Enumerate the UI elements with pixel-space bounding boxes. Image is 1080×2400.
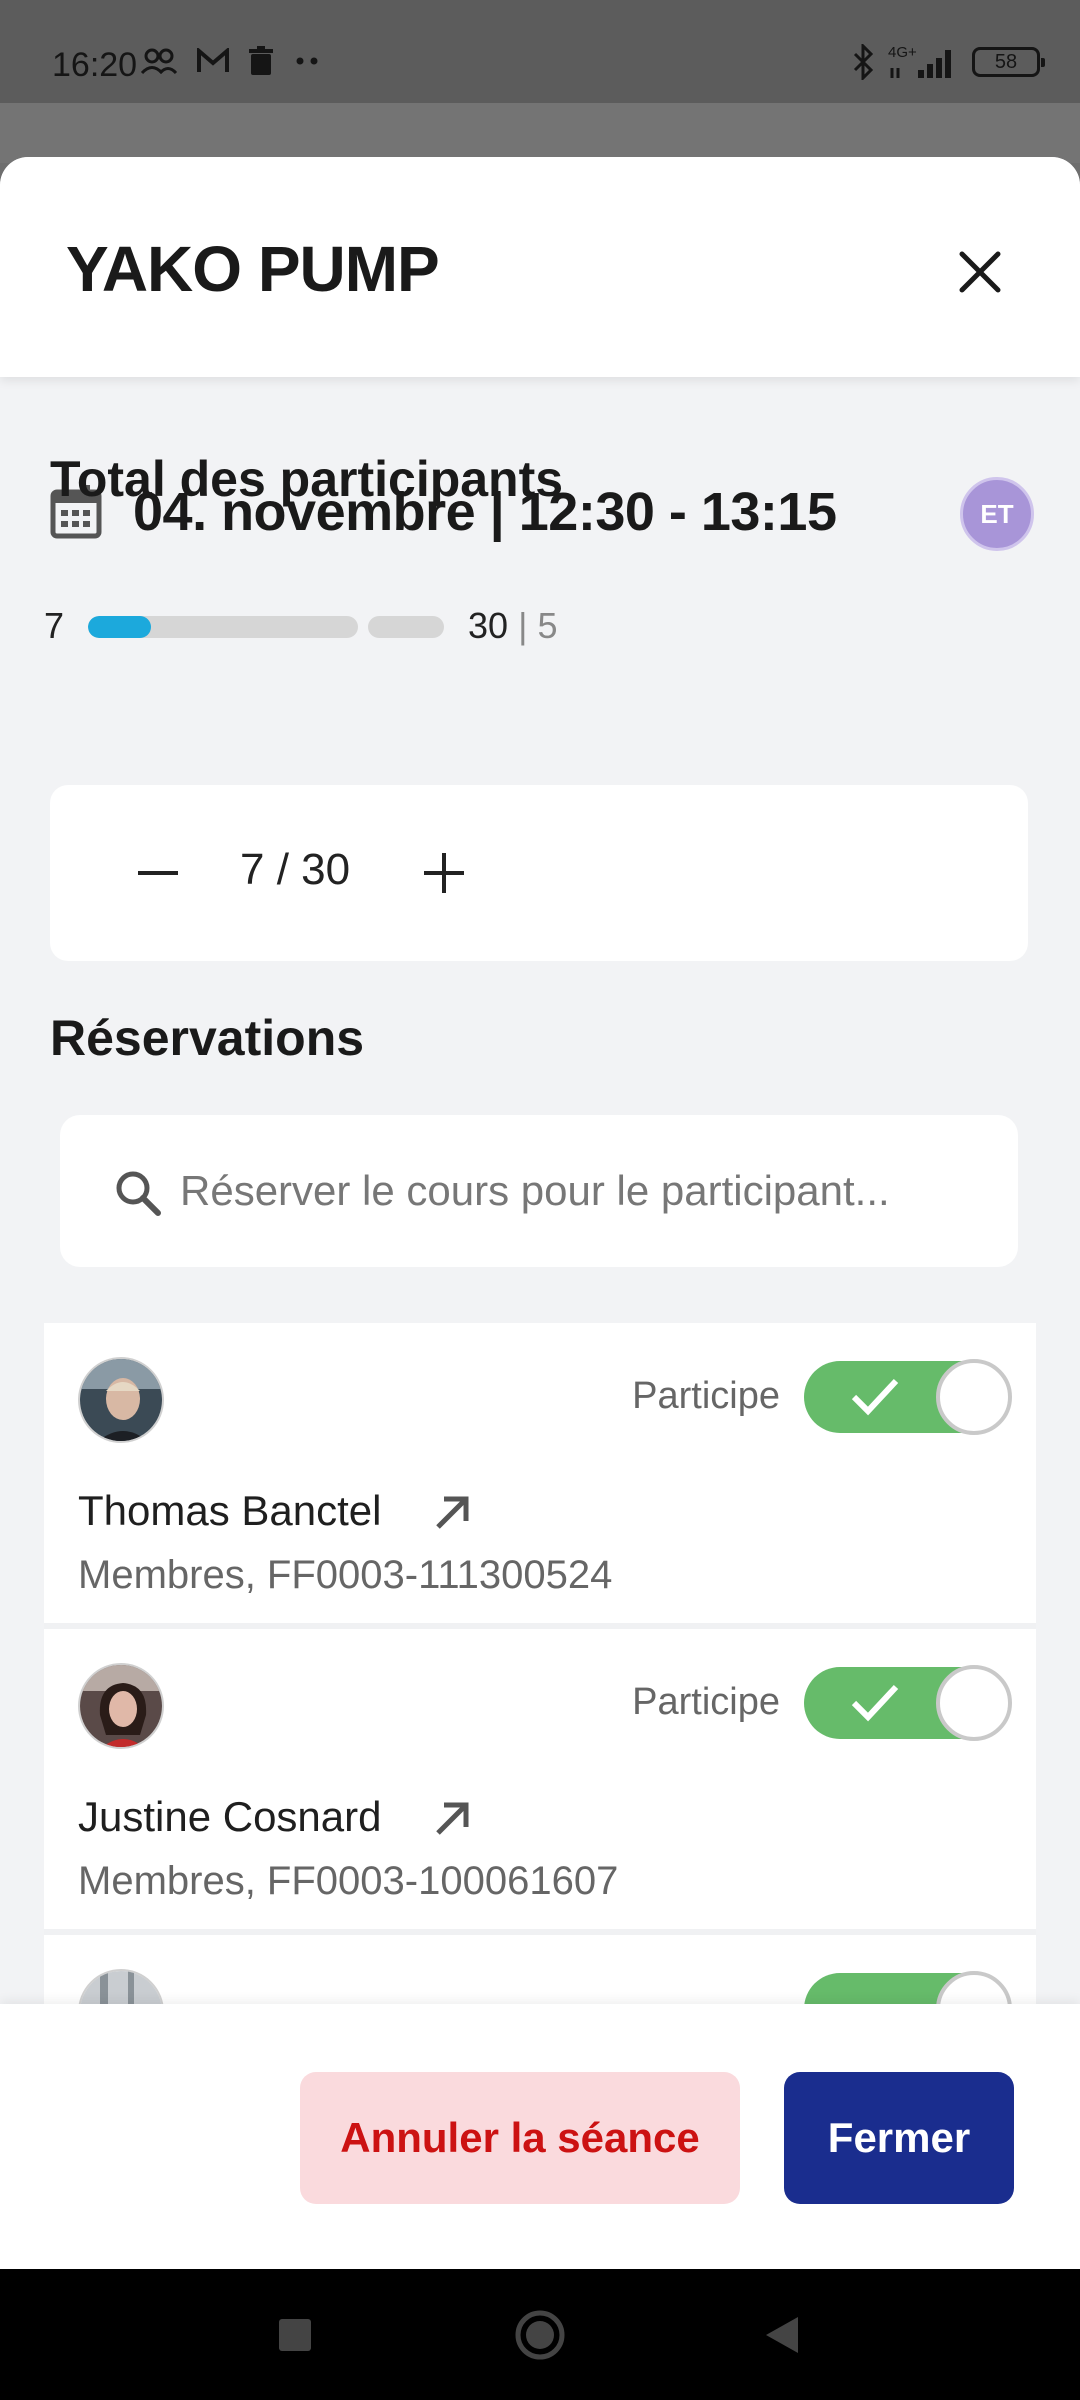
status-bar: 16:20 4G+ 58 xyxy=(0,0,1080,103)
external-link-icon[interactable] xyxy=(428,1793,476,1841)
dimmed-background xyxy=(0,103,1080,163)
participation-toggle[interactable] xyxy=(804,1359,1012,1435)
class-detail-sheet: YAKO PUMP 04. novembre | 12:30 - 13:15 E… xyxy=(0,157,1080,2269)
participants-counter: 7 / 30 xyxy=(50,785,1028,961)
instructor-avatar[interactable]: ET xyxy=(960,477,1034,551)
notification-icons xyxy=(140,46,322,76)
check-icon xyxy=(851,1684,899,1722)
avatar xyxy=(78,1357,164,1443)
capacity-bar-fill xyxy=(88,616,151,638)
external-link-icon[interactable] xyxy=(428,1487,476,1535)
nav-home-icon[interactable] xyxy=(510,2305,570,2365)
reservations-title: Réservations xyxy=(50,1010,365,1066)
nav-square-icon[interactable] xyxy=(265,2305,325,2365)
more-dots-icon xyxy=(296,57,318,65)
cancel-session-button[interactable]: Annuler la séance xyxy=(300,2072,740,2204)
list-item[interactable]: Participe Thomas Banctel Membres, FF0003… xyxy=(44,1323,1036,1629)
bluetooth-icon xyxy=(853,44,874,80)
check-icon xyxy=(851,1378,899,1416)
sheet-header: YAKO PUMP xyxy=(0,157,1080,377)
people-icon xyxy=(140,48,178,74)
capacity-progress: 7 30 | 5 xyxy=(44,595,644,655)
capacity-bar xyxy=(88,616,358,638)
reservation-search xyxy=(60,1115,1018,1267)
plus-icon[interactable] xyxy=(416,845,472,901)
system-nav-bar xyxy=(0,2269,1080,2400)
waitlist-count: 5 xyxy=(537,605,558,646)
toggle-knob xyxy=(936,1665,1012,1741)
participants-total-title: Total des participants xyxy=(50,451,564,507)
participant-name[interactable]: Justine Cosnard xyxy=(78,1793,382,1841)
class-title: YAKO PUMP xyxy=(66,233,440,305)
capacity-separator: | xyxy=(518,605,528,646)
gmail-icon xyxy=(197,48,229,72)
system-icons: 4G+ 58 xyxy=(852,44,1045,80)
toggle-knob xyxy=(936,1359,1012,1435)
booked-count: 7 xyxy=(44,605,65,646)
status-time: 16:20 xyxy=(52,46,138,84)
battery-icon: 58 xyxy=(972,47,1045,77)
minus-icon[interactable] xyxy=(130,845,186,901)
close-button[interactable]: Fermer xyxy=(784,2072,1014,2204)
participation-status: Participe xyxy=(632,1375,780,1417)
capacity-label: 30 | 5 xyxy=(468,605,557,647)
nav-back-icon[interactable] xyxy=(752,2305,812,2365)
participant-name[interactable]: Thomas Banctel xyxy=(78,1487,381,1535)
search-icon xyxy=(116,1171,161,1216)
participant-info: Membres, FF0003-111300524 xyxy=(78,1553,613,1597)
participation-status: Participe xyxy=(632,1681,780,1723)
waitlist-bar xyxy=(368,616,444,638)
participant-info: Membres, FF0003-100061607 xyxy=(78,1859,619,1903)
max-capacity: 30 xyxy=(468,605,509,646)
avatar xyxy=(78,1663,164,1749)
search-input[interactable] xyxy=(180,1153,980,1229)
list-item[interactable]: Participe Justine Cosnard Membres, FF000… xyxy=(44,1629,1036,1935)
signal-icon: 4G+ xyxy=(888,44,958,80)
trash-icon xyxy=(249,46,273,75)
close-icon[interactable] xyxy=(950,242,1010,302)
action-footer: Annuler la séance Fermer xyxy=(0,2004,1080,2269)
participation-toggle[interactable] xyxy=(804,1665,1012,1741)
participants-count: 7 / 30 xyxy=(240,845,351,894)
